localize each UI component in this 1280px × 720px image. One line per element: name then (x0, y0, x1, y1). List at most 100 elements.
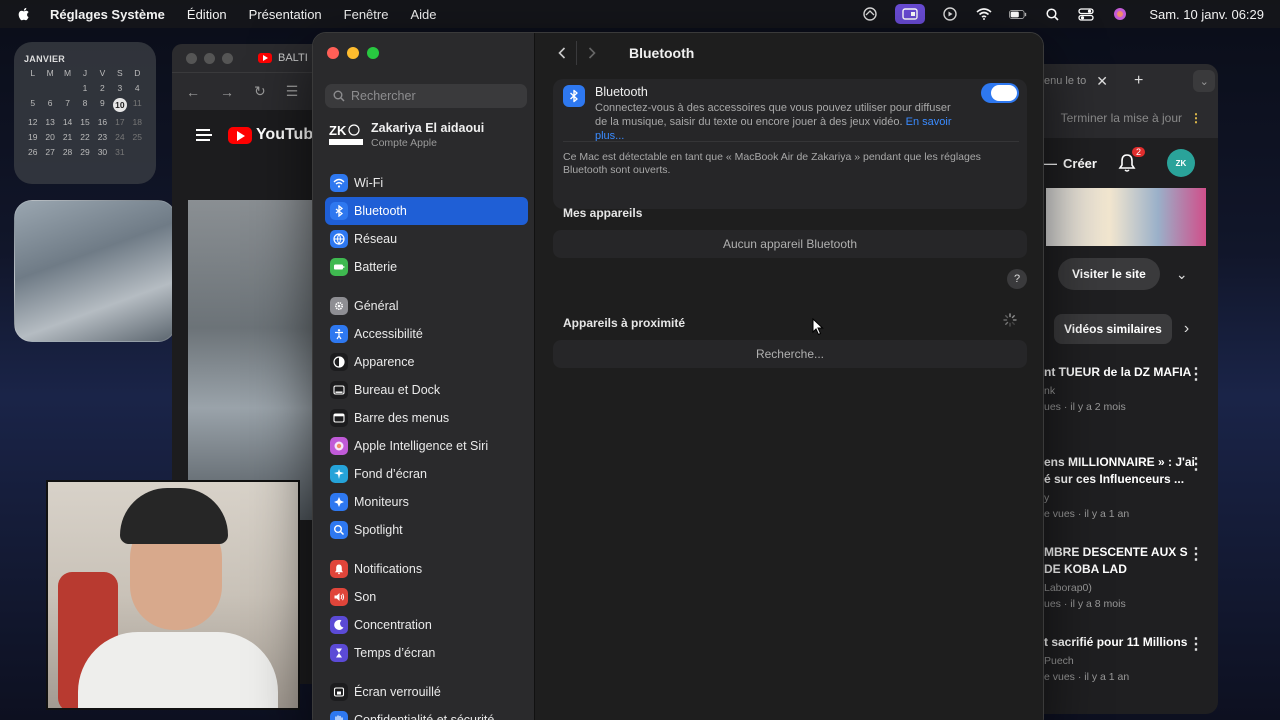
visit-site-button[interactable]: Visiter le site (1058, 258, 1160, 290)
sidebar-item-general[interactable]: Général (325, 292, 528, 320)
sidebar-item-batterie[interactable]: Batterie (325, 253, 528, 281)
calendar-day[interactable]: 30 (94, 147, 111, 157)
calendar-day[interactable]: 11 (129, 98, 146, 112)
calendar-day[interactable]: 31 (111, 147, 128, 157)
hamburger-menu-icon[interactable] (196, 129, 212, 141)
browser-left-tab[interactable]: BALTI (258, 52, 308, 64)
chevron-down-icon[interactable]: ⌄ (1176, 266, 1188, 283)
tab-list-chevron-icon[interactable]: ⌄ (1193, 70, 1216, 92)
sidebar-item-son[interactable]: Son (325, 583, 528, 611)
window-control-dot[interactable] (186, 52, 197, 64)
more-options-icon[interactable]: ⋮ (1188, 634, 1204, 654)
vpn-icon[interactable] (861, 6, 879, 22)
sidebar-item-accessibilite[interactable]: Accessibilité (325, 320, 528, 348)
sidebar-item-apple-intelligence-et-siri[interactable]: Apple Intelligence et Siri (325, 432, 528, 460)
video-list-item[interactable]: ens MILLIONNAIRE » : J'ai é sur ces Infl… (1040, 444, 1218, 534)
bluetooth-toggle[interactable] (981, 83, 1019, 103)
sidebar-item-notifications[interactable]: Notifications (325, 555, 528, 583)
calendar-day[interactable]: 20 (41, 132, 58, 142)
calendar-day[interactable]: 23 (94, 132, 111, 142)
menu-edit[interactable]: Édition (187, 7, 227, 22)
notifications-bell-icon[interactable]: 2 (1117, 147, 1145, 173)
create-button[interactable]: — Créer (1044, 156, 1097, 171)
more-options-icon[interactable]: ⋮ (1188, 544, 1204, 564)
sidebar-item-apparence[interactable]: Apparence (325, 348, 528, 376)
menu-help[interactable]: Aide (410, 7, 436, 22)
help-button[interactable]: ? (1007, 269, 1027, 289)
siri-status-icon[interactable] (1111, 6, 1129, 22)
close-window-button[interactable] (327, 47, 339, 59)
calendar-day[interactable]: 2 (94, 83, 111, 93)
calendar-day[interactable]: 10 (112, 98, 127, 112)
sidebar-item-ecran-verrouille[interactable]: Écran verrouillé (325, 678, 528, 706)
calendar-day[interactable]: 16 (94, 117, 111, 127)
sidebar-item-fond-d-ecran[interactable]: Fond d’écran (325, 460, 528, 488)
menu-window[interactable]: Fenêtre (344, 7, 389, 22)
video-list-item[interactable]: nt TUEUR de la DZ MAFIA nk ues · il y a 2 … (1040, 354, 1218, 444)
forward-arrow-icon[interactable]: → (220, 84, 234, 100)
browser-update-bar[interactable]: Terminer la mise à jour ⋮ (1040, 98, 1218, 138)
calendar-day[interactable]: 21 (59, 132, 76, 142)
calendar-widget[interactable]: JANVIER L M M J V S D 1 2 3 4 5 6 7 8 9 10 11 12 13 14 15 16 17… (14, 42, 156, 184)
calendar-day[interactable]: 29 (76, 147, 93, 157)
calendar-day[interactable]: 25 (129, 132, 146, 142)
control-center-icon[interactable] (1077, 6, 1095, 22)
ad-thumbnail[interactable] (1046, 188, 1206, 246)
sidebar-item-bluetooth[interactable]: Bluetooth (325, 197, 528, 225)
youtube-logo[interactable]: YouTube (227, 126, 322, 144)
calendar-day[interactable]: 18 (129, 117, 146, 127)
window-control-dot[interactable] (204, 52, 215, 64)
tune-icon[interactable]: ☰ (286, 83, 299, 100)
back-button[interactable] (547, 41, 577, 65)
calendar-day[interactable]: 17 (111, 117, 128, 127)
chevron-right-icon[interactable]: › (1184, 320, 1189, 338)
calendar-day[interactable]: 27 (41, 147, 58, 157)
calendar-day[interactable]: 9 (94, 98, 111, 112)
avatar[interactable]: ZK (1166, 149, 1195, 177)
new-tab-icon[interactable]: + (1134, 72, 1143, 90)
reload-icon[interactable]: ↻ (254, 83, 266, 100)
sidebar-item-wi-fi[interactable]: Wi-Fi (325, 169, 528, 197)
more-options-icon[interactable]: ⋮ (1188, 364, 1204, 384)
back-arrow-icon[interactable]: ← (186, 84, 200, 100)
calendar-day[interactable] (41, 83, 58, 93)
minimize-window-button[interactable] (347, 47, 359, 59)
calendar-day[interactable] (59, 83, 76, 93)
calendar-day[interactable]: 26 (24, 147, 41, 157)
video-player[interactable] (188, 200, 318, 520)
calendar-day[interactable] (24, 83, 41, 93)
calendar-day[interactable]: 7 (59, 98, 76, 112)
sidebar-item-spotlight[interactable]: Spotlight (325, 516, 528, 544)
sidebar-search-input[interactable]: Rechercher (325, 84, 527, 108)
similar-videos-chip[interactable]: Vidéos similaires (1054, 314, 1172, 344)
calendar-day[interactable]: 4 (129, 83, 146, 93)
zoom-window-button[interactable] (367, 47, 379, 59)
browser-window-right[interactable]: enu le to ✕ + ⌄ Terminer la mise à jour … (1040, 64, 1218, 714)
calendar-day[interactable]: 15 (76, 117, 93, 127)
calendar-day[interactable]: 22 (76, 132, 93, 142)
battery-status-icon[interactable] (1009, 6, 1027, 22)
more-options-icon[interactable]: ⋮ (1188, 454, 1204, 474)
apple-account-row[interactable]: ZK Zakariya El aidaoui Compte Apple (329, 121, 484, 149)
calendar-day[interactable]: 8 (76, 98, 93, 112)
sidebar-item-concentration[interactable]: Concentration (325, 611, 528, 639)
update-label[interactable]: Terminer la mise à jour (1061, 111, 1182, 125)
sidebar-item-moniteurs[interactable]: Moniteurs (325, 488, 528, 516)
close-tab-icon[interactable]: ✕ (1096, 73, 1108, 90)
calendar-day[interactable]: 28 (59, 147, 76, 157)
window-control-dot[interactable] (222, 52, 233, 64)
calendar-day[interactable]: 24 (111, 132, 128, 142)
wifi-status-icon[interactable] (975, 6, 993, 22)
sidebar-item-reseau[interactable]: Réseau (325, 225, 528, 253)
calendar-day[interactable]: 13 (41, 117, 58, 127)
video-list-item[interactable]: t sacrifié pour 11 Millions Puech e vues ·… (1040, 624, 1218, 714)
calendar-day[interactable]: 12 (24, 117, 41, 127)
video-list-item[interactable]: MBRE DESCENTE AUX S DE KOBA LAD Laborap0)… (1040, 534, 1218, 624)
spotlight-search-icon[interactable] (1043, 6, 1061, 22)
calendar-day[interactable]: 19 (24, 132, 41, 142)
kebab-menu-icon[interactable]: ⋮ (1190, 111, 1202, 125)
menu-view[interactable]: Présentation (249, 7, 322, 22)
app-menu[interactable]: Réglages Système (50, 7, 165, 22)
calendar-day[interactable]: 3 (111, 83, 128, 93)
sidebar-item-confidentialite-et-securite[interactable]: Confidentialité et sécurité (325, 706, 528, 720)
